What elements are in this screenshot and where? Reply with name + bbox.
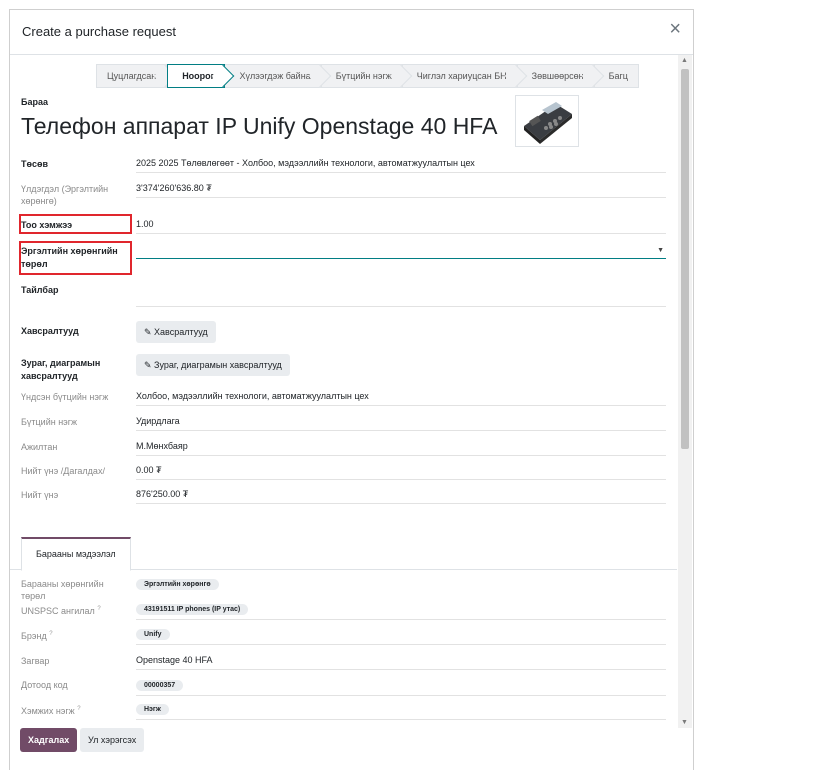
balance-label: Үлдэгдэл (Эргэлтийн хөрөнгө) [21,184,109,206]
main-unit-value: Холбоо, мэдээллийн технологи, автоматжуу… [136,391,666,406]
model-label: Загвар [21,656,50,666]
quantity-field[interactable]: 1.00 [136,219,666,234]
unspsc-label-text: UNSPSC ангилал [21,606,95,616]
product-label: Бараа [21,97,48,107]
product-type-badge: Эргэлтийн хөрөнгө [136,579,219,590]
uom-label-text: Хэмжих нэгж [21,706,75,716]
internal-code-badge: 00000357 [136,680,184,691]
brand-badge: Unify [136,629,170,640]
paperclip-icon: ✎ [144,327,155,337]
unit-value: Удирдлага [136,416,666,431]
budget-field[interactable]: 2025 2025 Төлөвлөгөөт - Холбоо, мэдээлли… [136,158,666,173]
highlight-quantity [19,214,132,234]
scroll-up-icon[interactable]: ▲ [681,57,688,64]
chevron-down-icon[interactable]: ▼ [657,247,664,254]
close-icon[interactable]: × [669,19,681,39]
help-icon[interactable]: ? [97,606,100,612]
product-type-label: Барааны хөрөнгийн төрөл [21,579,104,601]
employee-value: М.Мөнхбаяр [136,441,666,456]
uom-badge: Нэгж [136,704,169,715]
description-label: Тайлбар [21,285,59,295]
diagrams-button[interactable]: ✎ Зураг, диаграмын хавсралтууд [136,354,290,376]
stage-cancelled[interactable]: Цуцлагдсан [96,64,168,88]
attachments-label: Хавсралтууд [21,326,79,336]
model-value: Openstage 40 HFA [136,655,666,670]
uom-label: Хэмжих нэгж ? [21,703,81,717]
unspsc-badge: 43191511 IP phones (IP утас) [136,604,249,615]
diagrams-button-label: Зураг, диаграмын хавсралтууд [154,360,282,370]
total-tax-value: 0.00 ₮ [136,465,666,480]
highlight-asset-type [19,241,132,275]
description-field[interactable] [136,284,666,307]
dialog-header: Create a purchase request × [10,10,693,55]
brand-label: Брэнд ? [21,628,53,642]
main-unit-label: Үндсэн бүтцийн нэгж [21,392,109,402]
total-tax-label: Нийт үнэ /Дагалдах/ [21,466,105,476]
attachments-button[interactable]: ✎ Хавсралтууд [136,321,216,343]
stage-approved[interactable]: Зөвшөөрсөн [517,64,595,88]
stage-draft[interactable]: Ноорог [167,64,226,88]
dialog-title: Create a purchase request [22,24,176,39]
scrollbar[interactable]: ▲ ▼ [678,55,692,728]
stage-waiting[interactable]: Хүлээгдэж байна [225,64,322,88]
product-image[interactable] [515,95,579,147]
employee-label: Ажилтан [21,442,58,452]
purchase-request-dialog: Create a purchase request × Цуцлагдсан Н… [9,9,694,770]
product-name: Телефон аппарат IP Unify Openstage 40 HF… [21,113,498,139]
stage-unit[interactable]: Бүтцийн нэгж [321,64,403,88]
unit-label: Бүтцийн нэгж [21,417,78,427]
diagrams-label: Зураг, диаграмын хавсралтууд [21,358,101,381]
unspsc-label: UNSPSC ангилал ? [21,603,101,617]
dialog-footer: Хадгалах Ул хэрэгсэх [9,728,692,762]
balance-value: 3'374'260'636.80 ₮ [136,183,666,198]
tab-product-info[interactable]: Барааны мэдээлэл [21,537,131,571]
stage-direction[interactable]: Чиглэл хариуцсан БН [402,64,518,88]
internal-code-label: Дотоод код [21,680,68,690]
total-label: Нийт үнэ [21,490,59,500]
save-button[interactable]: Хадгалах [20,728,78,752]
dialog-body: Цуцлагдсан Ноорог Хүлээгдэж байна Бүтций… [10,55,677,728]
scroll-down-icon[interactable]: ▼ [681,719,688,726]
phone-icon [524,102,572,144]
total-value: 876'250.00 ₮ [136,489,666,504]
tab-bar: Барааны мэдээлэл [10,537,677,571]
discard-button[interactable]: Ул хэрэгсэх [80,728,145,752]
help-icon[interactable]: ? [77,706,80,712]
status-bar: Цуцлагдсан Ноорог Хүлээгдэж байна Бүтций… [96,64,639,88]
scroll-thumb[interactable] [681,69,689,449]
asset-type-select[interactable] [136,245,666,259]
brand-label-text: Брэнд [21,631,47,641]
paperclip-icon: ✎ [144,360,155,370]
attachments-button-label: Хавсралтууд [154,327,208,337]
budget-label: Төсөв [21,159,49,169]
help-icon[interactable]: ? [49,631,52,637]
